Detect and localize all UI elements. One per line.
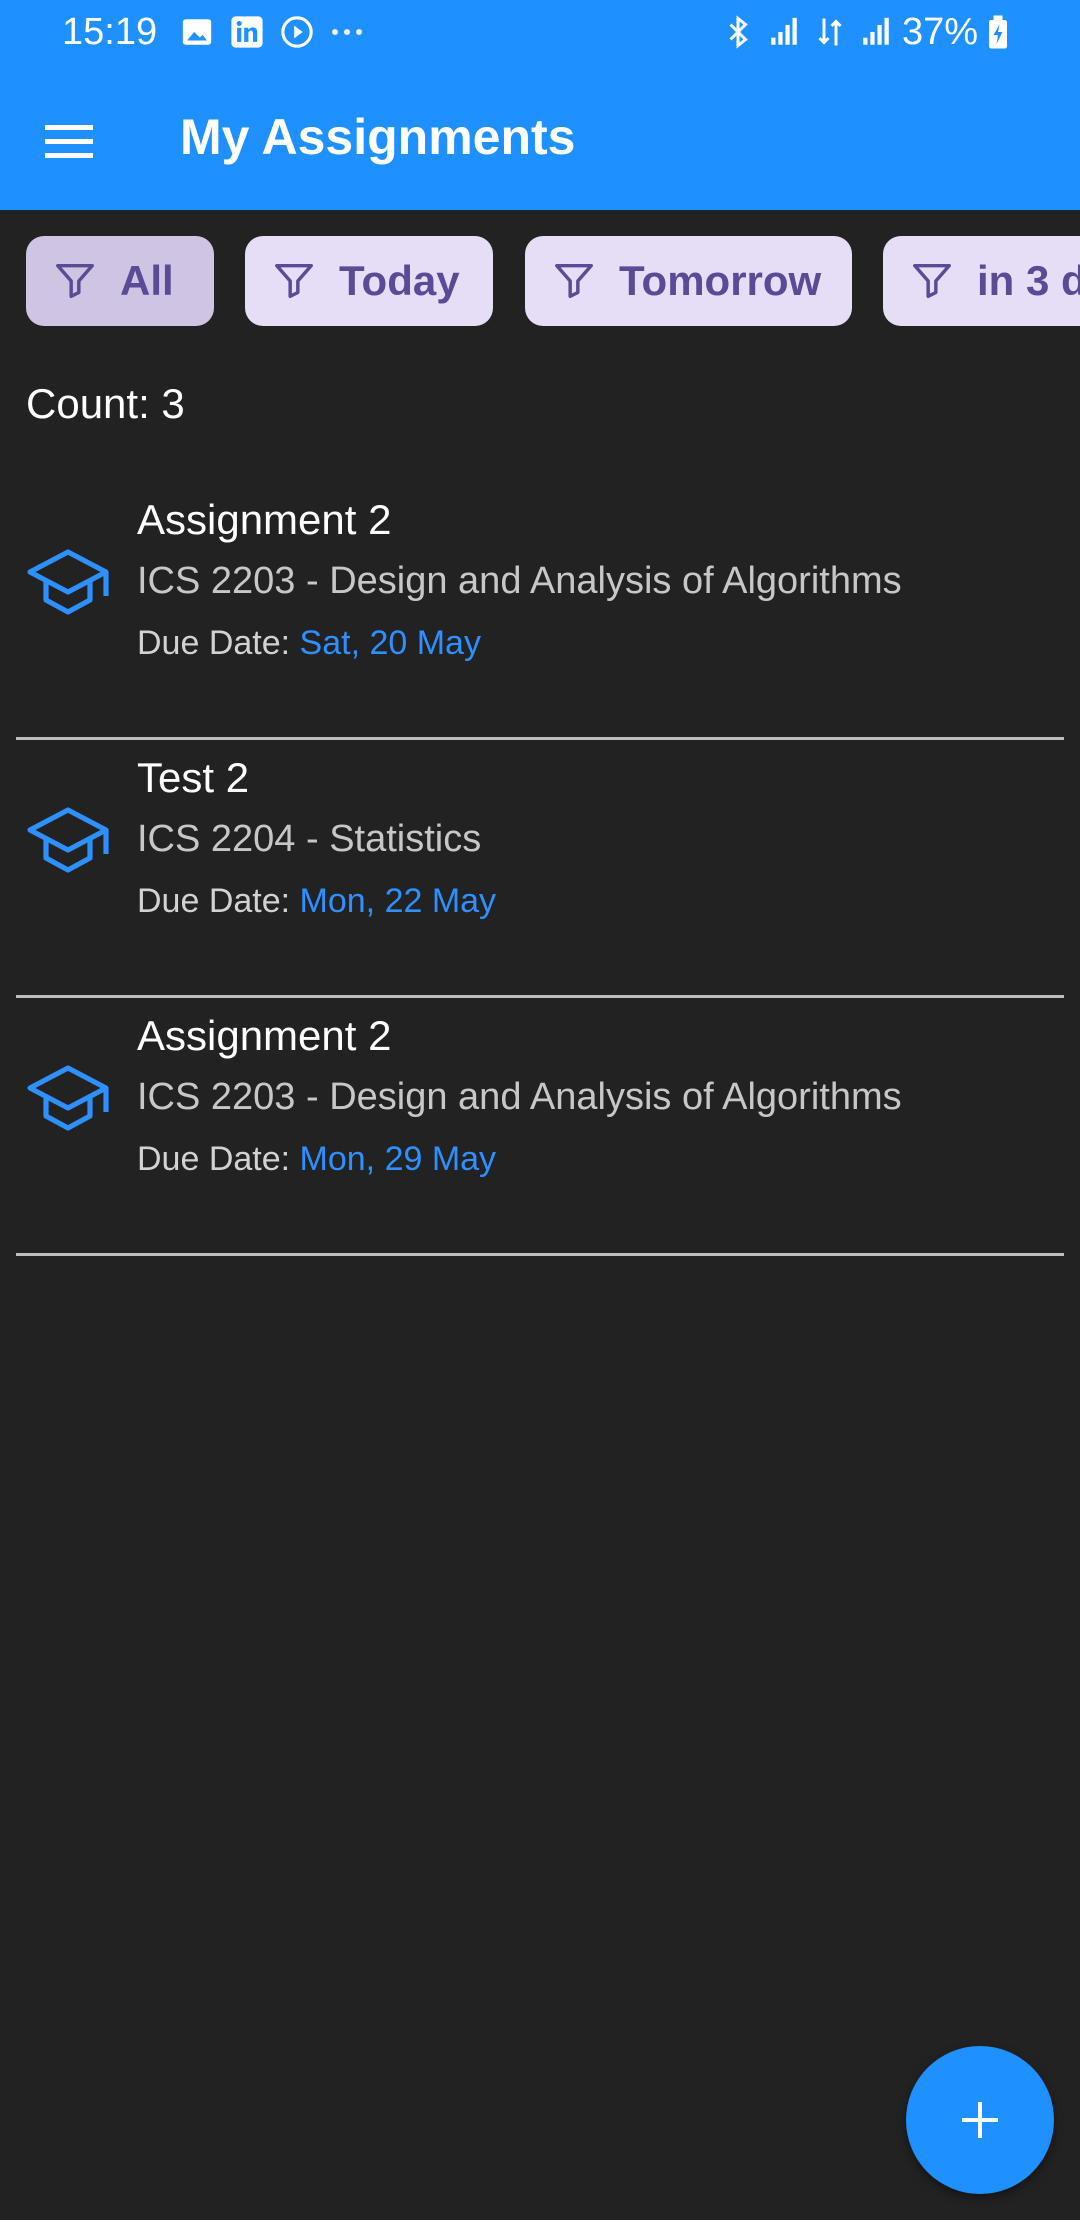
filter-chip-tomorrow[interactable]: Tomorrow: [525, 236, 852, 326]
battery-percent: 37%: [901, 11, 978, 53]
assignment-due: Due Date: Mon, 22 May: [137, 882, 496, 921]
status-bar: 15:19 37%: [0, 0, 1080, 64]
assignment-course: ICS 2203 - Design and Analysis of Algori…: [137, 560, 902, 602]
filter-icon: [551, 258, 597, 304]
assignment-title: Assignment 2: [137, 496, 392, 543]
more-dots-icon: [327, 12, 367, 52]
add-assignment-button[interactable]: [906, 2046, 1054, 2194]
assignment-title: Assignment 2: [137, 1012, 392, 1059]
graduation-cap-icon: [27, 807, 109, 873]
signal-icon: [856, 12, 896, 52]
battery-charging-icon: [978, 12, 1018, 52]
bluetooth-icon: [718, 12, 758, 52]
assignment-due: Due Date: Sat, 20 May: [137, 624, 481, 663]
filter-chips: All Today Tomorrow in 3 d: [0, 236, 1080, 328]
menu-button[interactable]: [24, 96, 114, 186]
due-date-value: Mon, 29 May: [299, 1140, 497, 1178]
assignment-due: Due Date: Mon, 29 May: [137, 1140, 496, 1179]
page-title: My Assignments: [180, 109, 576, 165]
filter-chip-in-3-days[interactable]: in 3 d: [883, 236, 1080, 326]
app-bar: My Assignments: [0, 64, 1080, 210]
filter-chip-label: Today: [339, 257, 460, 304]
play-icon: [277, 12, 317, 52]
image-icon: [177, 12, 217, 52]
assignment-course: ICS 2203 - Design and Analysis of Algori…: [137, 1076, 902, 1118]
list-item[interactable]: Test 2 ICS 2204 - Statistics Due Date: M…: [0, 740, 1080, 998]
assignment-list: Assignment 2 ICS 2203 - Design and Analy…: [0, 482, 1080, 1256]
status-right: 37%: [718, 0, 1024, 64]
plus-icon: [962, 2102, 998, 2138]
filter-icon: [271, 258, 317, 304]
assignment-course: ICS 2204 - Statistics: [137, 818, 482, 860]
divider: [16, 1253, 1064, 1256]
filter-chip-today[interactable]: Today: [245, 236, 493, 326]
due-date-value: Mon, 22 May: [299, 882, 497, 920]
assignment-title: Test 2: [137, 754, 250, 801]
filter-chip-label: All: [120, 257, 174, 304]
status-time: 15:19: [62, 11, 158, 53]
assignment-count: Count: 3: [26, 380, 185, 427]
linkedin-icon: [227, 12, 267, 52]
due-date-label: Due Date:: [137, 624, 300, 662]
hamburger-menu-icon: [45, 125, 93, 158]
due-date-value: Sat, 20 May: [299, 624, 481, 662]
filter-chip-label: in 3 d: [977, 257, 1080, 304]
filter-icon: [52, 258, 98, 304]
filter-chip-all[interactable]: All: [26, 236, 214, 326]
filter-icon: [909, 258, 955, 304]
status-left: 15:19: [62, 0, 377, 64]
list-item[interactable]: Assignment 2 ICS 2203 - Design and Analy…: [0, 482, 1080, 740]
filter-chip-label: Tomorrow: [619, 257, 822, 304]
due-date-label: Due Date:: [137, 1140, 300, 1178]
signal-icon: [764, 12, 804, 52]
list-item[interactable]: Assignment 2 ICS 2203 - Design and Analy…: [0, 998, 1080, 1256]
data-transfer-icon: [810, 12, 850, 52]
graduation-cap-icon: [27, 549, 109, 615]
app-root: 15:19 37% My Assignments All Today Tomor…: [0, 0, 1080, 2220]
due-date-label: Due Date:: [137, 882, 300, 920]
graduation-cap-icon: [27, 1065, 109, 1131]
